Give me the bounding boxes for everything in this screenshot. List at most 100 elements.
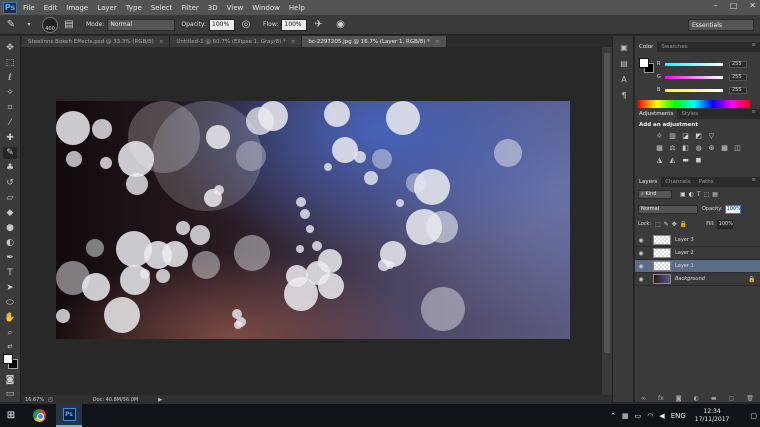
brush-tool-preset-icon[interactable]: ✎ <box>4 18 18 32</box>
menu-filter[interactable]: Filter <box>181 4 198 12</box>
zoom-level[interactable]: 16.67% <box>22 397 48 403</box>
lasso-tool-icon[interactable]: ℓ <box>3 72 17 84</box>
character-panel-icon[interactable]: A <box>618 74 630 84</box>
quick-select-tool-icon[interactable]: ✧ <box>3 87 17 99</box>
workspace-select[interactable]: Essentials <box>688 19 754 31</box>
red-value[interactable]: 255 <box>729 60 747 68</box>
menu-select[interactable]: Select <box>151 4 173 12</box>
blue-slider[interactable]: B 255 <box>657 86 757 94</box>
exposure-icon[interactable]: ◩ <box>694 132 703 140</box>
panel-menu-icon[interactable]: ≡ <box>751 109 760 119</box>
color-balance-icon[interactable]: ⚖ <box>668 144 677 152</box>
red-slider[interactable]: R 255 <box>657 60 757 68</box>
maximize-button[interactable]: □ <box>730 1 738 10</box>
move-tool-icon[interactable]: ✥ <box>3 42 17 54</box>
menu-3d[interactable]: 3D <box>208 4 218 12</box>
threshold-icon[interactable]: ◭ <box>668 156 677 164</box>
clock[interactable]: 12:34 17/11/2017 <box>695 408 730 424</box>
tab-document-2[interactable]: Untitled-1 @ 60.7% (Ellipse 1, Gray/8) *… <box>170 36 303 47</box>
eye-icon[interactable]: ◉ <box>635 276 647 283</box>
tab-document-1[interactable]: Steelinns Bokeh Effects.psd @ 33.3% (RGB… <box>22 36 171 47</box>
zoom-tool-icon[interactable]: ⌕ <box>3 327 17 339</box>
network-icon[interactable]: ▦ <box>622 412 629 420</box>
fill-input[interactable]: 100% <box>716 219 733 229</box>
minimize-button[interactable]: – <box>714 1 718 10</box>
blue-value[interactable]: 255 <box>729 86 747 94</box>
taskbar-chrome[interactable] <box>26 404 52 427</box>
tab-channels[interactable]: Channels <box>661 177 694 187</box>
windows-start-icon[interactable]: ⊞ <box>0 404 22 427</box>
notifications-icon[interactable]: ▢ <box>750 412 757 420</box>
image-canvas[interactable] <box>56 101 570 339</box>
selective-color-icon[interactable]: ◼ <box>694 156 703 164</box>
swap-colors-icon[interactable]: ⇄ <box>3 340 17 352</box>
hand-tool-icon[interactable]: ✋ <box>3 312 17 324</box>
scrollbar-thumb[interactable] <box>604 53 610 353</box>
layer-row-background[interactable]: ◉ Background 🔒 <box>635 273 760 286</box>
black-white-icon[interactable]: ◧ <box>681 144 690 152</box>
vertical-scrollbar[interactable] <box>602 47 612 395</box>
paint-bucket-tool-icon[interactable]: ◆ <box>3 207 17 219</box>
eye-icon[interactable]: ◉ <box>635 250 647 257</box>
gradient-map-icon[interactable]: ▬ <box>681 156 690 164</box>
wifi-icon[interactable]: ◠ <box>647 412 653 420</box>
green-track[interactable] <box>665 75 723 79</box>
foreground-color-swatch[interactable] <box>3 354 13 364</box>
panel-menu-icon[interactable]: ≡ <box>751 42 760 52</box>
filter-type-icons[interactable]: ▣◐T⬚▤ <box>680 191 721 198</box>
pen-tool-icon[interactable]: ✒ <box>3 252 17 264</box>
filter-kind-select[interactable]: ⌕ Kind <box>638 189 672 199</box>
type-tool-icon[interactable]: T <box>3 267 17 279</box>
blue-track[interactable] <box>665 88 723 92</box>
brush-tool-icon[interactable]: ✎ <box>3 147 17 159</box>
screen-mode-icon[interactable]: ▭ <box>3 388 17 400</box>
brush-panel-toggle-icon[interactable]: ▤ <box>62 18 76 32</box>
close-icon[interactable]: × <box>159 39 164 45</box>
volume-icon[interactable]: ◀ <box>659 412 664 420</box>
layer-row-layer-2[interactable]: ◉ Layer 2 <box>635 247 760 260</box>
opacity-input[interactable]: 100% <box>209 18 236 31</box>
language-indicator[interactable]: ENG <box>671 412 686 420</box>
battery-icon[interactable]: ▭ <box>635 412 642 420</box>
tab-color[interactable]: Color <box>635 42 658 52</box>
healing-brush-tool-icon[interactable]: ✚ <box>3 132 17 144</box>
eraser-tool-icon[interactable]: ▱ <box>3 192 17 204</box>
brush-size-picker[interactable]: 400 <box>42 16 58 33</box>
mode-select[interactable]: Normal <box>107 18 176 31</box>
ellipse-tool-icon[interactable]: ⬭ <box>3 297 17 309</box>
close-icon[interactable]: × <box>291 39 296 45</box>
brightness-contrast-icon[interactable]: ☼ <box>655 132 664 140</box>
curves-icon[interactable]: ◪ <box>681 132 690 140</box>
menu-image[interactable]: Image <box>66 4 88 12</box>
history-brush-tool-icon[interactable]: ↺ <box>3 177 17 189</box>
blend-mode-select[interactable]: Normal <box>638 204 698 214</box>
eyedropper-tool-icon[interactable]: ⁄ <box>3 117 17 129</box>
eye-icon[interactable]: ◉ <box>635 263 647 270</box>
menu-help[interactable]: Help <box>289 4 305 12</box>
menu-layer[interactable]: Layer <box>97 4 117 12</box>
panel-menu-icon[interactable]: ≡ <box>751 177 760 187</box>
red-track[interactable] <box>665 62 723 66</box>
menu-edit[interactable]: Edit <box>44 4 58 12</box>
crop-tool-icon[interactable]: ⌗ <box>3 102 17 114</box>
lock-icons[interactable]: ⬚✎✥🔒 <box>655 221 690 228</box>
status-menu-arrow-icon[interactable]: ▶ <box>158 397 162 403</box>
path-selection-tool-icon[interactable]: ➤ <box>3 282 17 294</box>
blur-tool-icon[interactable]: ● <box>3 222 17 234</box>
pressure-opacity-icon[interactable]: ◎ <box>239 18 253 32</box>
dropdown-arrow-icon[interactable]: ▾ <box>26 18 32 32</box>
photo-filter-icon[interactable]: ◍ <box>694 144 703 152</box>
eye-icon[interactable]: ◉ <box>635 237 647 244</box>
invert-icon[interactable]: ◫ <box>733 144 742 152</box>
clone-stamp-tool-icon[interactable]: ♣ <box>3 162 17 174</box>
flow-input[interactable]: 100% <box>281 18 308 31</box>
tab-adjustments[interactable]: Adjustments <box>635 109 678 119</box>
menu-file[interactable]: File <box>23 4 35 12</box>
tab-layers[interactable]: Layers <box>635 177 662 187</box>
foreground-color-swatch[interactable] <box>639 58 649 68</box>
color-lookup-icon[interactable]: ▦ <box>720 144 729 152</box>
dodge-tool-icon[interactable]: ◐ <box>3 237 17 249</box>
properties-panel-icon[interactable]: ▤ <box>618 58 630 68</box>
tab-swatches[interactable]: Swatches <box>657 42 691 52</box>
layer-row-layer-3[interactable]: ◉ Layer 3 <box>635 234 760 247</box>
